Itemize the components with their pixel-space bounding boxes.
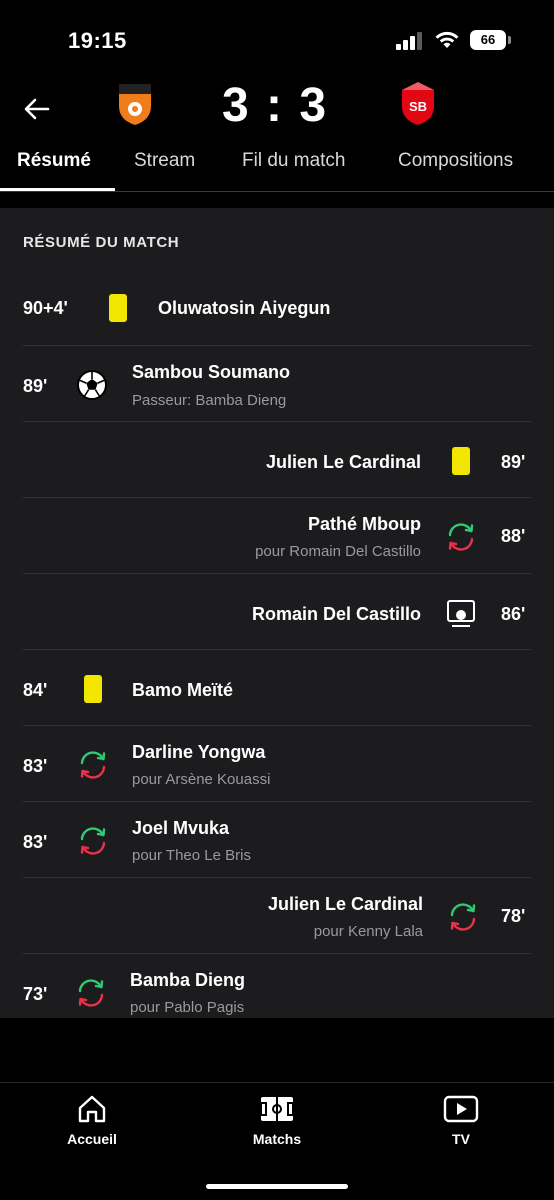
nav-item-accueil[interactable]: Accueil bbox=[37, 1093, 147, 1147]
active-tab-indicator bbox=[0, 188, 115, 191]
event-row[interactable]: Julien Le Cardinal pour Kenny Lala 78' bbox=[0, 878, 554, 954]
substitution-icon bbox=[78, 979, 104, 1007]
var-goal-icon bbox=[447, 600, 475, 627]
match-header: 3 : 3 SB bbox=[0, 79, 554, 144]
cellular-signal-icon bbox=[396, 32, 422, 50]
event-minute: 83' bbox=[23, 832, 48, 852]
event-minute: 86' bbox=[501, 604, 526, 624]
substitution-icon bbox=[80, 827, 106, 855]
event-minute: 89' bbox=[501, 452, 526, 472]
tab-stream[interactable]: Stream bbox=[134, 150, 195, 172]
event-detail: pour Arsène Kouassi bbox=[132, 771, 271, 788]
event-player: Sambou Soumano bbox=[132, 362, 291, 382]
tab-resume[interactable]: Résumé bbox=[17, 150, 91, 172]
event-player: Pathé Mboup bbox=[308, 514, 421, 534]
event-minute: 88' bbox=[501, 526, 526, 546]
pitch-icon bbox=[260, 1097, 294, 1121]
event-minute: 90+4' bbox=[23, 298, 68, 318]
substitution-icon bbox=[448, 523, 474, 551]
event-player: Julien Le Cardinal bbox=[267, 894, 423, 914]
yellow-card-icon bbox=[84, 675, 102, 703]
nav-item-matchs[interactable]: Matchs bbox=[222, 1093, 332, 1147]
event-minute: 78' bbox=[501, 906, 526, 926]
nav-label: Accueil bbox=[67, 1131, 117, 1147]
event-minute: 84' bbox=[23, 680, 48, 700]
event-detail: pour Pablo Pagis bbox=[130, 999, 245, 1016]
event-row[interactable]: Julien Le Cardinal 89' bbox=[0, 422, 554, 498]
event-row[interactable]: 89' Sambou Soumano Passeur: Bamba Dieng bbox=[0, 346, 554, 422]
home-indicator[interactable] bbox=[206, 1184, 348, 1189]
tab-fil-du-match[interactable]: Fil du match bbox=[242, 150, 345, 172]
event-player: Romain Del Castillo bbox=[251, 604, 421, 624]
yellow-card-icon bbox=[452, 447, 470, 475]
battery-level: 66 bbox=[470, 30, 506, 50]
substitution-icon bbox=[80, 751, 106, 779]
event-player: Julien Le Cardinal bbox=[265, 452, 421, 472]
event-row[interactable]: 84' Bamo Meïté bbox=[0, 650, 554, 726]
event-row[interactable]: 83' Darline Yongwa pour Arsène Kouassi bbox=[0, 726, 554, 802]
yellow-card-icon bbox=[109, 294, 127, 322]
status-time: 19:15 bbox=[68, 28, 127, 53]
event-row[interactable]: Romain Del Castillo 86' bbox=[0, 574, 554, 650]
wifi-icon bbox=[435, 31, 459, 48]
battery-tip bbox=[508, 36, 511, 44]
nav-label: Matchs bbox=[252, 1131, 302, 1147]
event-minute: 89' bbox=[23, 376, 48, 396]
event-row[interactable]: 73' Bamba Dieng pour Pablo Pagis bbox=[0, 954, 554, 1018]
event-row[interactable]: Pathé Mboup pour Romain Del Castillo 88' bbox=[0, 498, 554, 574]
nav-label: TV bbox=[452, 1131, 470, 1147]
event-minute: 73' bbox=[23, 984, 48, 1004]
nav-item-tv[interactable]: TV bbox=[406, 1093, 516, 1147]
home-team-crest-icon[interactable] bbox=[115, 80, 155, 126]
back-arrow-icon[interactable] bbox=[22, 94, 52, 124]
status-bar: 19:15 66 bbox=[0, 0, 554, 80]
football-icon bbox=[77, 370, 107, 400]
event-detail: pour Theo Le Bris bbox=[132, 847, 251, 864]
event-row[interactable]: 83' Joel Mvuka pour Theo Le Bris bbox=[0, 802, 554, 878]
bottom-navigation: Accueil Matchs TV bbox=[0, 1082, 554, 1200]
section-title: RÉSUMÉ DU MATCH bbox=[23, 234, 180, 251]
event-player: Bamo Meïté bbox=[132, 680, 234, 700]
event-player: Darline Yongwa bbox=[132, 742, 266, 762]
substitution-icon bbox=[450, 903, 476, 931]
home-icon bbox=[78, 1095, 106, 1123]
match-tabs: Résumé Stream Fil du match Compositions bbox=[0, 140, 554, 192]
event-detail: Passeur: Bamba Dieng bbox=[132, 392, 287, 409]
tab-compositions[interactable]: Compositions bbox=[398, 150, 513, 172]
event-player: Bamba Dieng bbox=[130, 970, 246, 990]
svg-text:SB: SB bbox=[409, 99, 427, 114]
event-detail: pour Kenny Lala bbox=[313, 923, 423, 940]
away-team-crest-icon[interactable]: SB bbox=[398, 80, 438, 126]
event-player: Joel Mvuka bbox=[132, 818, 230, 838]
match-score: 3 : 3 bbox=[221, 79, 329, 132]
play-icon bbox=[443, 1095, 479, 1123]
event-player: Oluwatosin Aiyegun bbox=[158, 298, 331, 318]
event-row[interactable]: 90+4' Oluwatosin Aiyegun bbox=[0, 270, 554, 346]
match-summary-card: RÉSUMÉ DU MATCH 90+4' Oluwatosin Aiyegun… bbox=[0, 208, 554, 1018]
event-detail: pour Romain Del Castillo bbox=[255, 543, 421, 560]
event-minute: 83' bbox=[23, 756, 48, 776]
